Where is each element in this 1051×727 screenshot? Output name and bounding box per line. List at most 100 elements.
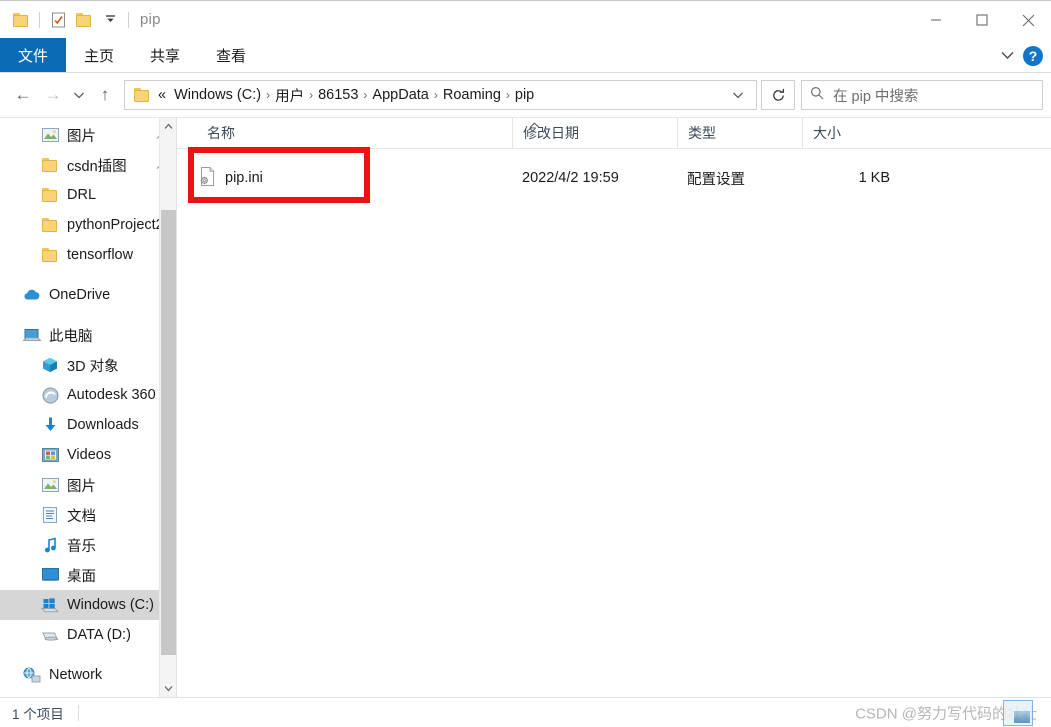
- sidebar-item-onedrive[interactable]: OneDrive: [0, 280, 176, 310]
- file-list-pane: 名称 修改日期 类型 大小 pip.ini 2022/4/2 19:59 配置设…: [177, 118, 1051, 697]
- window-title: pip: [140, 11, 161, 28]
- tab-view[interactable]: 查看: [198, 38, 264, 72]
- quick-access-toolbar: pip: [0, 7, 161, 33]
- divider: [128, 11, 129, 28]
- breadcrumb-item-0[interactable]: Windows (C:): [170, 87, 265, 103]
- breadcrumb-overflow[interactable]: «: [152, 87, 170, 103]
- sidebar-item-label: 图片: [67, 128, 96, 145]
- drive-icon: [40, 625, 60, 645]
- column-header-name[interactable]: 名称: [177, 118, 512, 148]
- close-button[interactable]: [1005, 1, 1051, 39]
- sidebar-item-label: tensorflow: [67, 247, 134, 263]
- properties-icon[interactable]: [45, 7, 71, 33]
- search-icon: [810, 86, 824, 105]
- tab-home[interactable]: 主页: [66, 38, 132, 72]
- this-pc-icon: [22, 325, 42, 345]
- sidebar-item-videos[interactable]: Videos: [0, 440, 176, 470]
- sidebar-item-pictures-quick[interactable]: 图片: [0, 120, 176, 150]
- divider: [39, 11, 40, 28]
- breadcrumb-item-2[interactable]: 86153: [314, 87, 362, 103]
- folder-icon[interactable]: [8, 7, 34, 33]
- divider: [77, 704, 79, 721]
- scroll-up-icon[interactable]: [160, 118, 176, 135]
- scrollbar-thumb[interactable]: [161, 210, 176, 655]
- downloads-icon: [40, 415, 60, 435]
- breadcrumb-item-4[interactable]: Roaming: [439, 87, 505, 103]
- scroll-down-icon[interactable]: [160, 680, 176, 697]
- sidebar-item-3d-objects[interactable]: 3D 对象: [0, 350, 176, 380]
- sidebar-item-label: Network: [49, 667, 103, 683]
- sidebar-item-label: DRL: [67, 187, 97, 203]
- breadcrumb: « Windows (C:) › 用户 › 86153 › AppData › …: [152, 85, 724, 106]
- network-icon: [22, 665, 42, 685]
- column-header-type[interactable]: 类型: [677, 118, 802, 148]
- folder-icon: [40, 185, 60, 205]
- sidebar-item-data-d[interactable]: DATA (D:): [0, 620, 176, 650]
- file-size-cell: 1 KB: [858, 170, 890, 186]
- sidebar-item-downloads[interactable]: Downloads: [0, 410, 176, 440]
- sidebar-item-label: 此电脑: [49, 328, 93, 345]
- file-name-cell[interactable]: pip.ini: [177, 166, 512, 190]
- sidebar-item-drl[interactable]: DRL: [0, 180, 176, 210]
- breadcrumb-item-1[interactable]: 用户: [271, 85, 308, 106]
- sidebar-item-autodesk-360[interactable]: Autodesk 360: [0, 380, 176, 410]
- sidebar-item-label: OneDrive: [49, 287, 111, 303]
- documents-icon: [40, 505, 60, 525]
- windows-drive-icon: [40, 595, 60, 615]
- folder-icon: [40, 155, 60, 175]
- status-bar: 1 个项目 CSDN @努力写代码的壮壮: [0, 697, 1051, 727]
- sidebar-item-pythonproject2[interactable]: pythonProject2: [0, 210, 176, 240]
- chevron-down-icon[interactable]: [97, 7, 123, 33]
- sidebar-item-label: Videos: [67, 447, 112, 463]
- table-row[interactable]: pip.ini 2022/4/2 19:59 配置设置 1 KB: [177, 165, 1051, 191]
- file-name-label: pip.ini: [225, 170, 263, 186]
- title-bar: pip: [0, 0, 1051, 38]
- sidebar-item-label: pythonProject2: [67, 217, 164, 233]
- ribbon-right-controls: ?: [1000, 38, 1043, 73]
- sidebar-item-label: 3D 对象: [67, 358, 119, 375]
- file-date-cell: 2022/4/2 19:59: [522, 170, 619, 186]
- sidebar-item-label: 图片: [67, 478, 96, 495]
- forward-button[interactable]: →: [38, 80, 68, 110]
- address-bar[interactable]: « Windows (C:) › 用户 › 86153 › AppData › …: [124, 80, 757, 110]
- sidebar-item-desktop[interactable]: 桌面: [0, 560, 176, 590]
- recent-locations-icon[interactable]: [68, 80, 90, 110]
- sidebar-item-label: DATA (D:): [67, 627, 131, 643]
- up-button[interactable]: ↑: [90, 80, 120, 110]
- column-header-size[interactable]: 大小: [802, 118, 907, 148]
- search-box[interactable]: 在 pip 中搜索: [801, 80, 1043, 110]
- chevron-down-icon[interactable]: [1000, 47, 1015, 65]
- sidebar-scrollbar[interactable]: [159, 118, 176, 697]
- minimize-button[interactable]: [913, 1, 959, 39]
- sidebar-item-music[interactable]: 音乐: [0, 530, 176, 560]
- sidebar-item-label: 桌面: [67, 568, 96, 585]
- navigation-bar: ← → ↑ « Windows (C:) › 用户 › 86153 › AppD…: [0, 73, 1051, 117]
- file-explorer-window: pip 文件 主页 共享 查看 ? ← → ↑ « Windows (C:) ›…: [0, 0, 1051, 727]
- sidebar-item-label: Downloads: [67, 417, 139, 433]
- tab-file[interactable]: 文件: [0, 38, 67, 72]
- maximize-button[interactable]: [959, 1, 1005, 39]
- tab-share[interactable]: 共享: [132, 38, 198, 72]
- new-folder-icon[interactable]: [71, 7, 97, 33]
- sidebar-item-this-pc[interactable]: 此电脑: [0, 320, 176, 350]
- sidebar-item-pictures[interactable]: 图片: [0, 470, 176, 500]
- help-icon[interactable]: ?: [1023, 45, 1043, 66]
- sidebar-item-windows-c[interactable]: Windows (C:): [0, 590, 176, 620]
- pictures-icon: [40, 125, 60, 145]
- search-input[interactable]: 在 pip 中搜索: [833, 85, 918, 106]
- breadcrumb-item-5[interactable]: pip: [511, 87, 538, 103]
- sidebar-item-label: Windows (C:): [67, 597, 155, 613]
- sidebar-item-network[interactable]: Network: [0, 660, 176, 690]
- breadcrumb-item-3[interactable]: AppData: [368, 87, 432, 103]
- sidebar-item-label: 文档: [67, 508, 96, 525]
- refresh-button[interactable]: [761, 80, 795, 110]
- sidebar-item-tensorflow[interactable]: tensorflow: [0, 240, 176, 270]
- ribbon-tab-bar: 文件 主页 共享 查看 ?: [0, 38, 1051, 73]
- back-button[interactable]: ←: [8, 80, 38, 110]
- sidebar-item-csdn-folder[interactable]: csdn插图: [0, 150, 176, 180]
- sidebar-item-label: Autodesk 360: [67, 387, 156, 403]
- sidebar-item-documents[interactable]: 文档: [0, 500, 176, 530]
- address-dropdown-icon[interactable]: [724, 88, 752, 102]
